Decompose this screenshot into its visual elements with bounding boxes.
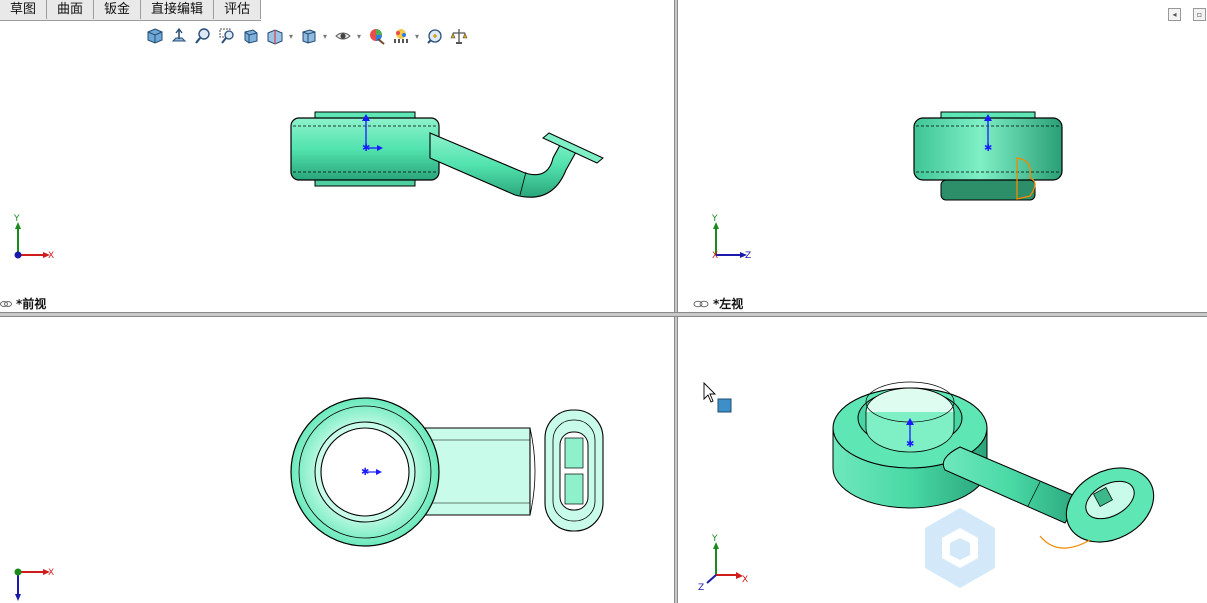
axis-label-z: Z	[698, 583, 704, 593]
viewport-name: *前视	[16, 297, 47, 311]
link-views-icon[interactable]	[0, 299, 12, 309]
restore-viewport-icon[interactable]: ◂	[1168, 8, 1181, 21]
axis-label-x: X	[712, 251, 718, 261]
viewport-vertical-splitter[interactable]	[674, 0, 678, 603]
viewport-name: *左视	[713, 297, 744, 311]
viewport-horizontal-splitter[interactable]	[0, 312, 1207, 317]
axis-label-x: X	[742, 575, 748, 585]
axis-label-x: X	[48, 251, 54, 261]
maximize-viewport-icon[interactable]: ▫	[1193, 8, 1206, 21]
viewport-label-left[interactable]: *左视	[693, 295, 743, 312]
axis-labels: Y X Y Z X X Y X Z	[13, 214, 751, 593]
axis-label-y: Y	[711, 534, 718, 544]
axis-label-x: X	[48, 568, 54, 578]
axis-label-y: Y	[13, 214, 20, 224]
link-views-icon[interactable]	[693, 299, 709, 309]
axis-label-y: Y	[711, 214, 718, 224]
axis-label-z: Z	[745, 251, 751, 261]
viewport-label-front[interactable]: *前视	[0, 295, 46, 312]
